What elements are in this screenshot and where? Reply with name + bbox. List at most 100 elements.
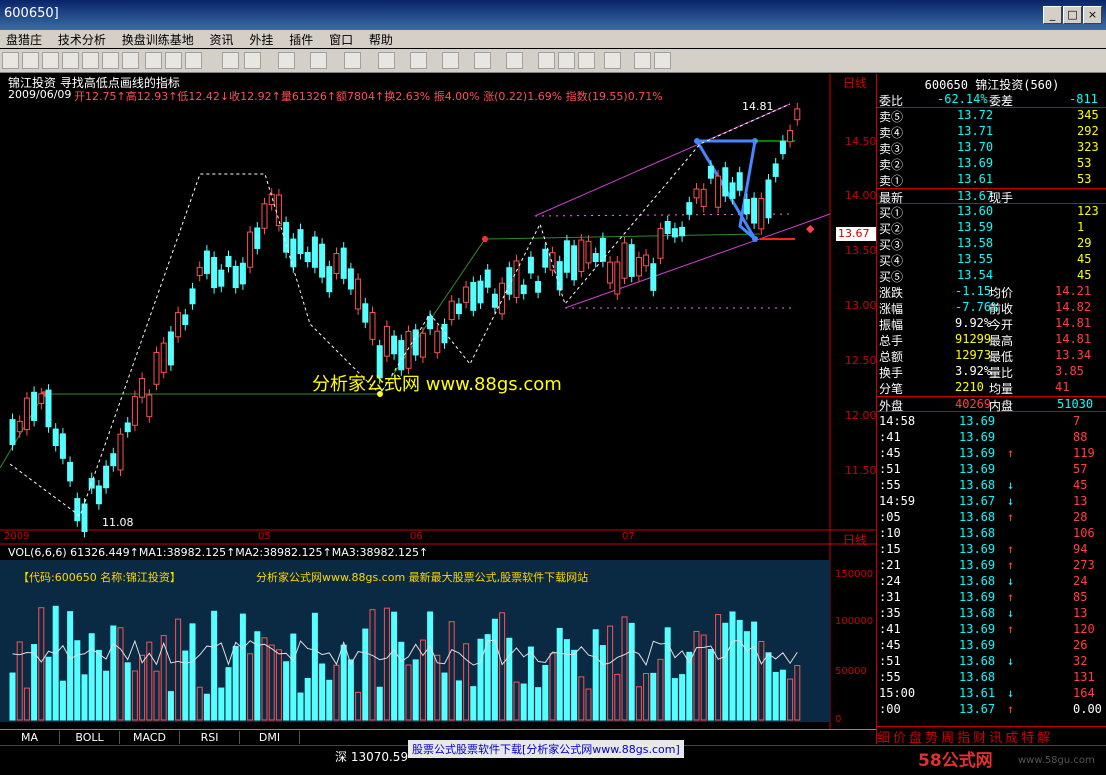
tick-row: :21 13.69 ↑ 273 <box>877 558 1106 574</box>
tab-dmi[interactable]: DMI <box>240 731 300 744</box>
fan-tool-icon[interactable] <box>344 52 361 69</box>
fib-tool-icon[interactable] <box>278 52 295 69</box>
rectangle-tool-icon[interactable] <box>442 52 459 69</box>
candle <box>621 236 628 285</box>
stat-value: -1.15 <box>955 284 992 298</box>
tick-time: :31 <box>879 590 901 604</box>
volume-bar <box>729 611 736 721</box>
candle <box>643 249 650 272</box>
volume-bar <box>549 653 556 721</box>
volume-bar <box>175 618 182 721</box>
menu-item[interactable]: 插件 <box>283 30 319 49</box>
tick-arrow: ↓ <box>1007 686 1015 700</box>
toolbar-icon[interactable] <box>42 52 59 69</box>
toolbar-icon[interactable] <box>102 52 119 69</box>
toolbar-icon[interactable] <box>22 52 39 69</box>
toolbar-icon[interactable] <box>62 52 79 69</box>
quote-tab[interactable]: 解 <box>1037 731 1050 746</box>
volume-bar <box>455 680 462 721</box>
tick-volume: 131 <box>1073 670 1095 684</box>
save-icon[interactable] <box>634 52 651 69</box>
tick-arrow: ↑ <box>1007 702 1015 716</box>
tab-ma[interactable]: MA <box>0 731 60 744</box>
menu-item[interactable]: 帮助 <box>363 30 399 49</box>
volume-tick: 100000 <box>835 616 874 627</box>
quote-tab[interactable]: 财 <box>973 731 986 746</box>
volume-bar <box>355 691 362 721</box>
candle <box>59 427 66 465</box>
menu-item[interactable]: 外挂 <box>243 30 279 49</box>
period-label[interactable]: 日线 <box>843 531 867 548</box>
quote-tab[interactable]: 指 <box>957 731 970 746</box>
toolbar-icon[interactable] <box>165 52 182 69</box>
watermark: 分析家公式网 www.88gs.com <box>312 374 562 395</box>
maximize-button[interactable]: □ <box>1063 6 1082 24</box>
toolbar-icon[interactable] <box>2 52 19 69</box>
toolbar-icon[interactable] <box>122 52 139 69</box>
options-icon[interactable] <box>654 52 671 69</box>
tab-boll[interactable]: BOLL <box>60 731 120 744</box>
sell-price: 13.69 <box>957 156 994 170</box>
candle <box>175 306 182 343</box>
menu-item[interactable]: 换盘训练基地 <box>116 30 200 49</box>
buy-level-row: 买④ 13.55 45 <box>877 252 1106 268</box>
quote-tab[interactable]: 势 <box>925 731 938 746</box>
eraser-icon[interactable] <box>558 52 575 69</box>
toolbar-icon[interactable] <box>145 52 162 69</box>
menu-item[interactable]: 资讯 <box>204 30 240 49</box>
tick-time: :51 <box>879 462 901 476</box>
sell-volume: 53 <box>1077 156 1092 170</box>
toolbar <box>0 49 1106 73</box>
tick-volume: 32 <box>1073 654 1088 668</box>
sell-level-row: 卖⑤ 13.72 345 <box>877 108 1106 124</box>
pen-icon[interactable] <box>578 52 595 69</box>
volume-bar <box>527 646 534 721</box>
stat-label: 总手 <box>879 334 904 348</box>
color-icon[interactable] <box>604 52 621 69</box>
minimize-button[interactable]: _ <box>1043 6 1062 24</box>
chart-area[interactable]: ◆ 锦江投资 寻找高低点画线的指标 2009/06/09 开12.75↑高12.… <box>0 74 877 729</box>
quote-tab[interactable]: 周 <box>941 731 954 746</box>
volume-bar <box>347 659 354 721</box>
tick-time: :21 <box>879 558 901 572</box>
copy-icon[interactable] <box>538 52 555 69</box>
menu-item[interactable]: 技术分析 <box>52 30 112 49</box>
volume-bar <box>585 688 592 721</box>
tick-time: 14:59 <box>879 494 916 508</box>
close-button[interactable]: × <box>1083 6 1102 24</box>
download-banner[interactable]: 股票公式股票软件下载[分析家公式网www.88gs.com] <box>408 740 684 758</box>
volume-bar <box>16 641 23 721</box>
text-tool-icon[interactable] <box>506 52 523 69</box>
quote-tab[interactable]: 价 <box>893 731 906 746</box>
candle <box>607 256 614 290</box>
stat-value: 91299 <box>955 332 992 346</box>
candle <box>549 246 556 277</box>
candle <box>131 390 138 432</box>
toolbar-icon[interactable] <box>82 52 99 69</box>
tab-macd[interactable]: MACD <box>120 731 180 744</box>
menu-item[interactable]: 盘猎庄 <box>0 30 48 49</box>
candle <box>319 238 326 284</box>
cursor-icon[interactable] <box>222 52 239 69</box>
volume-bar <box>74 640 81 721</box>
promo-text: 分析家公式网www.88gs.com 最新最大股票公式,股票软件下载网站 <box>256 571 589 584</box>
quote-tab[interactable]: 讯 <box>989 731 1002 746</box>
parallel-tool-icon[interactable] <box>410 52 427 69</box>
quote-tab[interactable]: 盘 <box>909 731 922 746</box>
toolbar-icon[interactable] <box>185 52 202 69</box>
candlestick-chart: ◆ <box>0 74 876 729</box>
period-label-top[interactable]: 日线 <box>843 74 867 91</box>
candle <box>340 242 347 285</box>
cycle-tool-icon[interactable] <box>310 52 327 69</box>
candle <box>239 257 246 290</box>
menu-item[interactable]: 窗口 <box>323 30 359 49</box>
tick-row: :55 13.68 131 <box>877 670 1106 686</box>
quote-tab[interactable]: 成 <box>1005 731 1018 746</box>
quote-tab[interactable]: 细 <box>877 731 890 746</box>
line-tool-icon[interactable] <box>244 52 261 69</box>
channel-tool-icon[interactable] <box>378 52 395 69</box>
tab-rsi[interactable]: RSI <box>180 731 240 744</box>
ellipse-tool-icon[interactable] <box>474 52 491 69</box>
candle <box>326 260 333 298</box>
quote-tab[interactable]: 特 <box>1021 731 1034 746</box>
